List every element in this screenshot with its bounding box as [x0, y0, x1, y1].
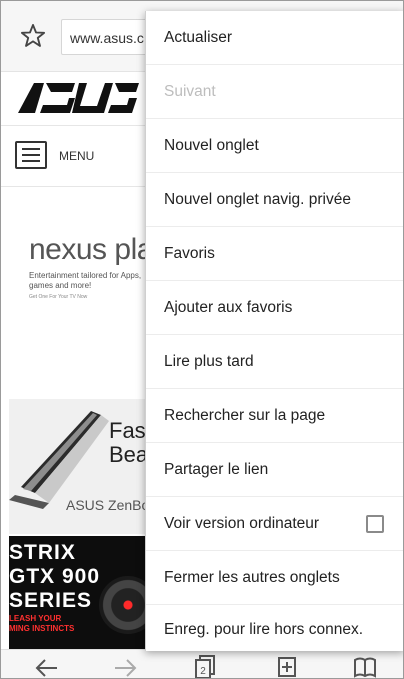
menu-item-nouvel-onglet[interactable]: Nouvel onglet [146, 119, 403, 173]
forward-arrow-icon[interactable] [111, 652, 139, 679]
strix-line-3: SERIES [9, 589, 93, 612]
menu-item-favoris[interactable]: Favoris [146, 227, 403, 281]
menu-item-nouvel-onglet-prive[interactable]: Nouvel onglet navig. privée [146, 173, 403, 227]
strix-sub-1: LEASH YOUR [9, 614, 62, 623]
menu-item-partager[interactable]: Partager le lien [146, 443, 403, 497]
desktop-version-checkbox[interactable] [366, 515, 384, 533]
star-icon[interactable] [19, 22, 47, 50]
menu-item-suivant: Suivant [146, 65, 403, 119]
promo-description: Entertainment tailored for Apps, games a… [29, 271, 142, 290]
graphics-card-fan-image [99, 576, 149, 634]
strix-line-1: STRIX [9, 541, 76, 564]
browser-window: www.asus.c MENU nexus play Entertainment… [0, 0, 404, 679]
strix-line-2: GTX 900 [9, 565, 101, 588]
menu-item-lire-plus-tard[interactable]: Lire plus tard [146, 335, 403, 389]
menu-item-rechercher[interactable]: Rechercher sur la page [146, 389, 403, 443]
menu-item-ajouter-favoris[interactable]: Ajouter aux favoris [146, 281, 403, 335]
menu-item-fermer-onglets[interactable]: Fermer les autres onglets [146, 551, 403, 605]
laptop-ad-brand: ASUS ZenBoo [66, 497, 158, 513]
menu-item-enregistrer-hors-connexion[interactable]: Enreg. pour lire hors connex. [146, 605, 403, 659]
menu-item-actualiser[interactable]: Actualiser [146, 11, 403, 65]
hamburger-menu-icon[interactable] [15, 141, 47, 169]
menu-item-version-ordinateur[interactable]: Voir version ordinateur [146, 497, 403, 551]
url-text: www.asus.c [70, 30, 144, 46]
strix-sub-2: MING INSTINCTS [9, 624, 75, 633]
asus-logo [18, 83, 139, 113]
strix-ad-banner[interactable]: STRIX GTX 900 SERIES LEASH YOUR MING INS… [9, 536, 149, 651]
promo-small-text: Get One For Your TV Now [29, 294, 88, 300]
back-arrow-icon[interactable] [33, 652, 61, 679]
tab-count: 2 [200, 666, 206, 677]
site-menu-label[interactable]: MENU [59, 149, 94, 163]
overflow-menu: Actualiser Suivant Nouvel onglet Nouvel … [145, 11, 403, 651]
